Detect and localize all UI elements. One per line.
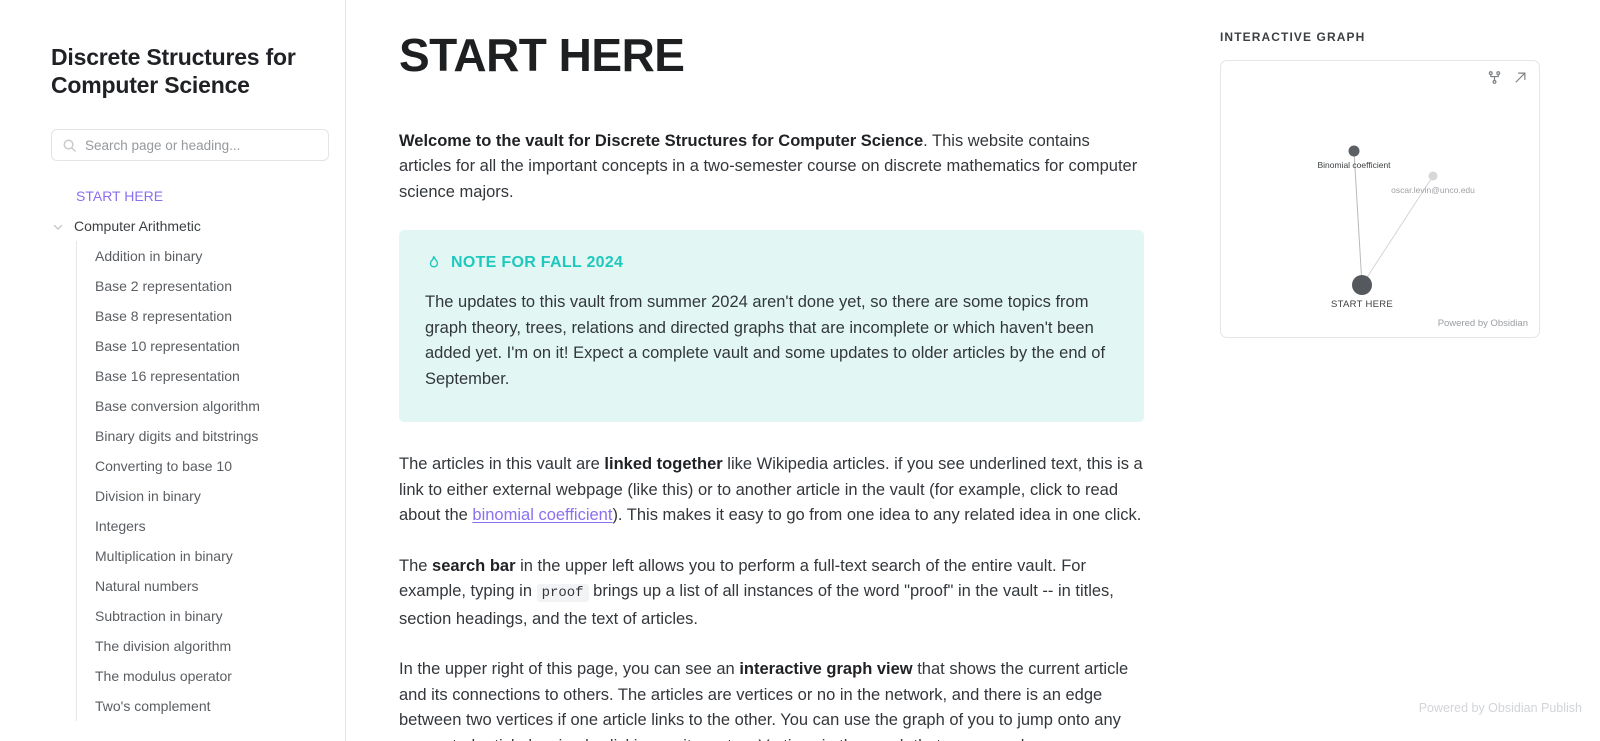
right-sidebar: INTERACTIVE GRAPH Binomial coefficient o… [1220, 0, 1600, 741]
sidebar-item-base-10-representation[interactable]: Base 10 representation [77, 331, 345, 361]
article: START HERE Welcome to the vault for Disc… [399, 0, 1144, 741]
sidebar: Discrete Structures for Computer Science… [0, 0, 346, 741]
graph-part1: In the upper right of this page, you can… [399, 660, 740, 679]
graph-node-label-email[interactable]: oscar.levin@unco.edu [1391, 185, 1475, 195]
graph-bold: interactive graph view [739, 660, 913, 679]
page-root: Discrete Structures for Computer Science… [0, 0, 1600, 741]
sidebar-item-converting-to-base-10[interactable]: Converting to base 10 [77, 451, 345, 481]
search-box[interactable] [51, 129, 329, 162]
callout-heading-text: NOTE FOR FALL 2024 [451, 254, 624, 272]
search-icon [62, 138, 77, 153]
callout-note: NOTE FOR FALL 2024 The updates to this v… [399, 230, 1144, 423]
linked-bold: linked together [604, 455, 723, 474]
proof-code: proof [536, 584, 589, 603]
interactive-graph-title: INTERACTIVE GRAPH [1220, 30, 1366, 44]
sidebar-item-natural-numbers[interactable]: Natural numbers [77, 571, 345, 601]
paragraph-linked-together: The articles in this vault are linked to… [399, 452, 1144, 529]
sidebar-item-base-8-representation[interactable]: Base 8 representation [77, 301, 345, 331]
sidebar-item-subtraction-in-binary[interactable]: Subtraction in binary [77, 601, 345, 631]
sidebar-nav: START HERE Computer Arithmetic Addition … [0, 181, 345, 722]
search-part1: The [399, 556, 433, 575]
search-bold: search bar [432, 556, 516, 575]
sidebar-item-addition-in-binary[interactable]: Addition in binary [77, 241, 345, 271]
sidebar-item-binary-digits-and-bitstrings[interactable]: Binary digits and bitstrings [77, 421, 345, 451]
sidebar-item-label: START HERE [76, 188, 164, 205]
page-title: START HERE [399, 29, 685, 81]
sidebar-item-base-2-representation[interactable]: Base 2 representation [77, 271, 345, 301]
graph-node-label-binomial-coefficient[interactable]: Binomial coefficient [1317, 160, 1390, 170]
sidebar-group-computer-arithmetic[interactable]: Computer Arithmetic [0, 211, 345, 241]
intro-paragraph: Welcome to the vault for Discrete Struct… [399, 129, 1144, 206]
publish-credit: Powered by Obsidian Publish [1418, 701, 1582, 715]
chevron-down-icon[interactable] [51, 219, 65, 233]
sidebar-item-start-here[interactable]: START HERE [0, 181, 345, 211]
graph-canvas[interactable] [1221, 61, 1540, 338]
graph-node-label-start-here[interactable]: START HERE [1331, 299, 1393, 310]
intro-bold: Welcome to the vault for Discrete Struct… [399, 131, 924, 150]
sidebar-item-the-division-algorithm[interactable]: The division algorithm [77, 631, 345, 661]
main-content: START HERE Welcome to the vault for Disc… [346, 0, 1220, 741]
binomial-coefficient-link[interactable]: binomial coefficient [472, 506, 612, 524]
site-title: Discrete Structures for Computer Science [51, 44, 296, 99]
paragraph-graph-view: In the upper right of this page, you can… [399, 657, 1144, 741]
callout-header: NOTE FOR FALL 2024 [425, 254, 1118, 272]
sidebar-item-integers[interactable]: Integers [77, 511, 345, 541]
search-input[interactable] [85, 137, 318, 153]
sidebar-item-base-16-representation[interactable]: Base 16 representation [77, 361, 345, 391]
paragraph-search-bar: The search bar in the upper left allows … [399, 554, 1144, 633]
sidebar-item-the-modulus-operator[interactable]: The modulus operator [77, 661, 345, 691]
flame-icon [425, 255, 442, 272]
sidebar-item-division-in-binary[interactable]: Division in binary [77, 481, 345, 511]
linked-part3: ). This makes it easy to go from one ide… [612, 506, 1142, 525]
obsidian-credit: Powered by Obsidian [1437, 318, 1528, 329]
sidebar-group-label: Computer Arithmetic [74, 218, 201, 235]
sidebar-item-multiplication-in-binary[interactable]: Multiplication in binary [77, 541, 345, 571]
sidebar-children: Addition in binary Base 2 representation… [76, 241, 345, 722]
callout-body: The updates to this vault from summer 20… [425, 293, 1106, 388]
interactive-graph-card[interactable]: Binomial coefficient oscar.levin@unco.ed… [1220, 60, 1540, 338]
sidebar-item-base-conversion-algorithm[interactable]: Base conversion algorithm [77, 391, 345, 421]
linked-part1: The articles in this vault are [399, 455, 605, 474]
sidebar-item-twos-complement[interactable]: Two's complement [77, 691, 345, 721]
